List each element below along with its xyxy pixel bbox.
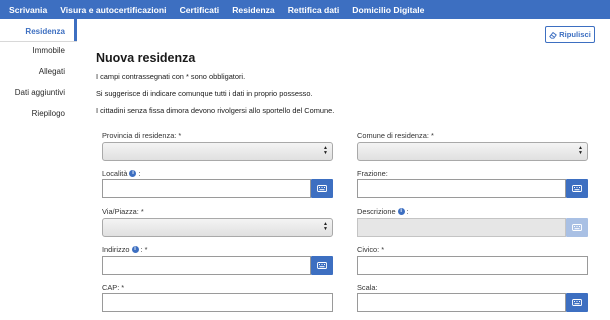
via-piazza-label: Via/Piazza: * [102,207,144,216]
nav-item-scrivania[interactable]: Scrivania [9,5,47,15]
sidebar-divider [0,41,77,42]
scala-label: Scala: [357,283,378,292]
cap-input[interactable] [102,293,333,312]
keyboard-icon [572,299,582,306]
cap-label: CAP: * [102,283,125,292]
provincia-select[interactable]: ▲ ▼ [102,142,333,161]
nav-item-residenza[interactable]: Residenza [232,5,275,15]
nav-item-domicilio-digitale[interactable]: Domicilio Digitale [352,5,424,15]
nav-item-rettifica-dati[interactable]: Rettifica dati [288,5,340,15]
localita-keyboard-button[interactable] [311,179,333,198]
info-icon[interactable]: i [129,170,137,177]
scala-keyboard-button[interactable] [566,293,588,312]
frazione-label: Frazione: [357,169,388,178]
descrizione-keyboard-button [566,218,588,237]
civico-input[interactable] [357,256,588,275]
sidebar-item-immobile[interactable]: Immobile [33,46,65,55]
provincia-label: Provincia di residenza: * [102,131,182,140]
indirizzo-input[interactable] [102,256,311,275]
keyboard-icon [317,262,327,269]
ripulisci-button[interactable]: Ripulisci [545,26,595,43]
sidebar-item-residenza[interactable]: Residenza [25,27,65,36]
via-piazza-select[interactable]: ▲ ▼ [102,218,333,237]
indirizzo-keyboard-button[interactable] [311,256,333,275]
descrizione-input [357,218,566,237]
info-text-mandatory: I campi contrassegnati con * sono obblig… [96,72,246,81]
sidebar-active-indicator [74,19,77,41]
select-arrows-icon: ▲ ▼ [323,221,328,232]
indirizzo-label: Indirizzo i : * [102,245,148,254]
page-title: Nuova residenza [96,51,196,65]
select-arrows-icon: ▲ ▼ [323,145,328,156]
sidebar-item-dati-aggiuntivi[interactable]: Dati aggiuntivi [15,88,65,97]
nav-item-visura[interactable]: Visura e autocertificazioni [60,5,166,15]
frazione-keyboard-button[interactable] [566,179,588,198]
comune-label: Comune di residenza: * [357,131,434,140]
sidebar-item-riepilogo[interactable]: Riepilogo [32,109,65,118]
select-arrows-icon: ▲ ▼ [578,145,583,156]
keyboard-icon [572,224,582,231]
nav-item-certificati[interactable]: Certificati [180,5,220,15]
frazione-input[interactable] [357,179,566,198]
comune-select[interactable]: ▲ ▼ [357,142,588,161]
keyboard-icon [572,185,582,192]
sidebar-item-allegati[interactable]: Allegati [39,67,65,76]
localita-input[interactable] [102,179,311,198]
eraser-icon [549,31,558,39]
info-icon[interactable]: i [397,208,405,215]
scala-input[interactable] [357,293,566,312]
sidebar: Residenza Immobile Allegati Dati aggiunt… [0,19,75,320]
civico-label: Civico: * [357,245,385,254]
descrizione-label: Descrizione i : [357,207,409,216]
keyboard-icon [317,185,327,192]
info-icon[interactable]: i [131,246,139,253]
info-text-senza-dimora: I cittadini senza fissa dimora devono ri… [96,106,335,115]
top-navigation: Scrivania Visura e autocertificazioni Ce… [0,0,610,19]
ripulisci-label: Ripulisci [559,30,591,39]
localita-label: Località i : [102,169,141,178]
info-text-suggestion: Si suggerisce di indicare comunque tutti… [96,89,313,98]
